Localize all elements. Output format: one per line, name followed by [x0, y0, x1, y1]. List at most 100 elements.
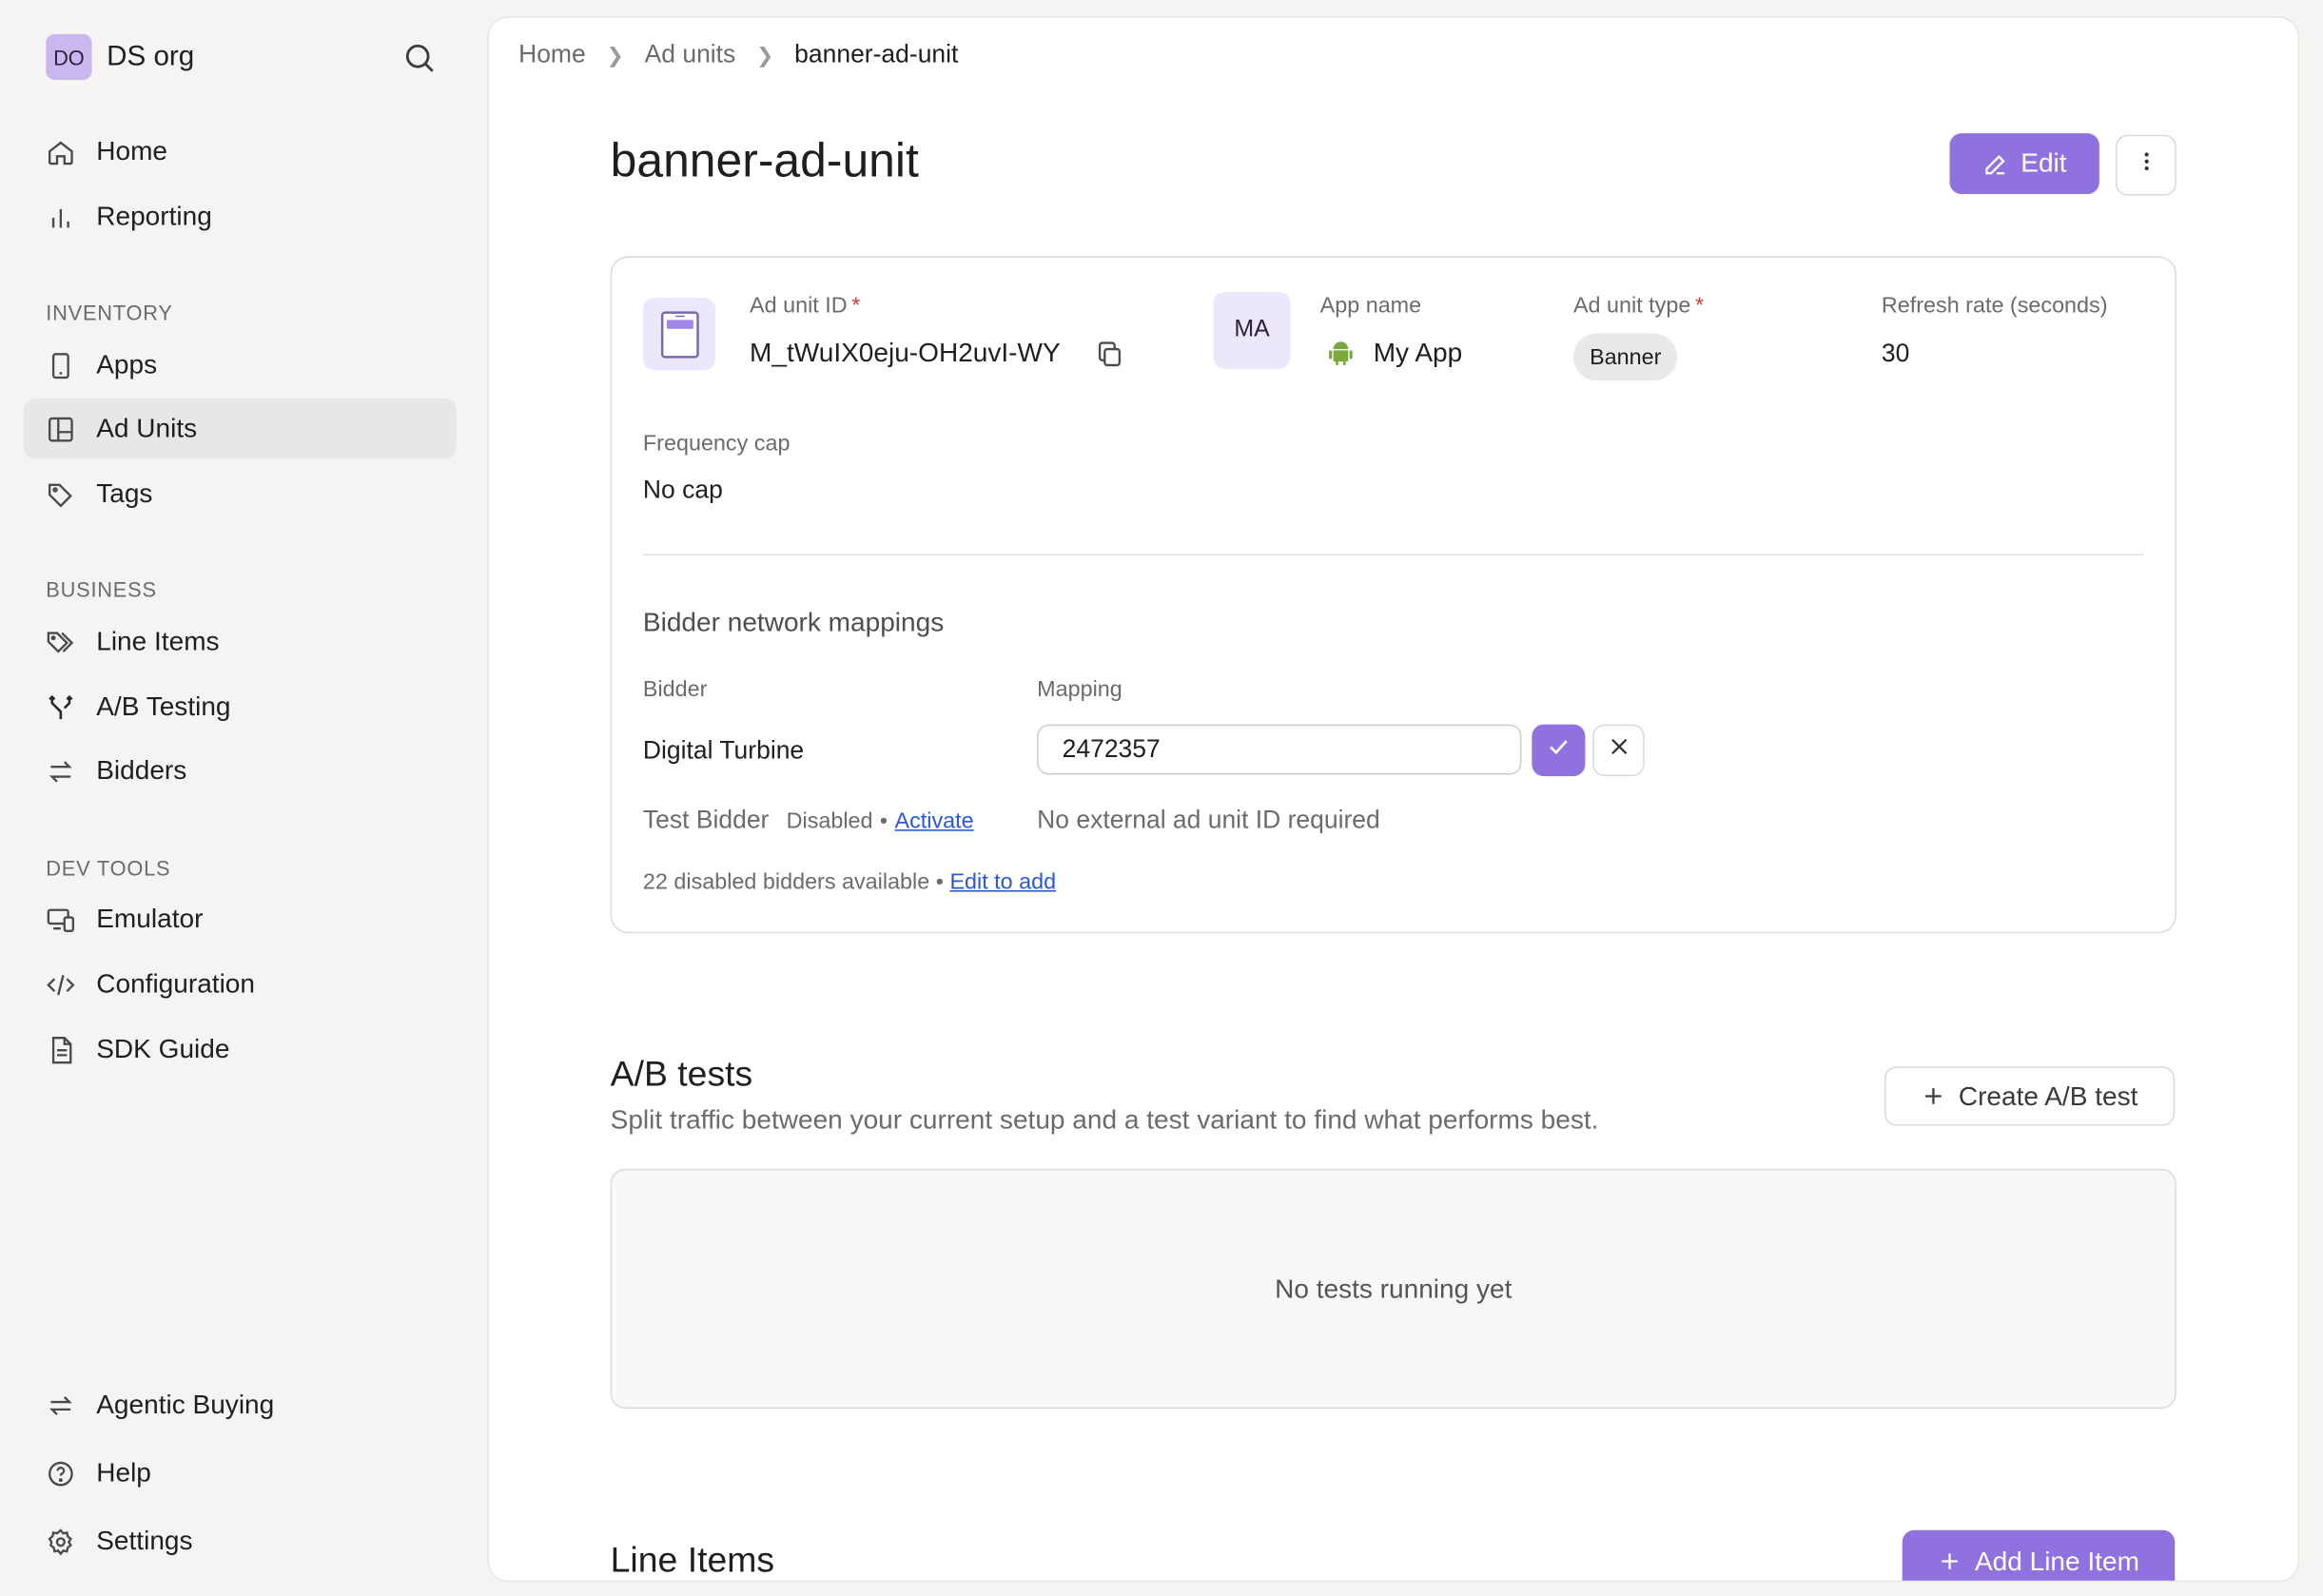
activate-link[interactable]: Activate [894, 808, 973, 833]
phone-icon [45, 349, 77, 381]
ad-unit-type-label-text: Ad unit type [1572, 293, 1691, 319]
breadcrumb-ad-units[interactable]: Ad units [645, 40, 736, 69]
more-options-button[interactable] [2115, 134, 2177, 196]
sidebar-item-ad-units[interactable]: Ad Units [23, 398, 457, 459]
edit-button[interactable]: Edit [1949, 133, 2099, 195]
swap-icon [45, 754, 77, 787]
section-label-dev-tools: DEV TOOLS [46, 856, 171, 881]
test-bidder-row: Test Bidder Disabled • Activate [643, 806, 974, 835]
check-icon [1547, 734, 1571, 766]
frequency-cap-value: No cap [642, 475, 723, 504]
app-name-label: App name [1319, 293, 1422, 319]
sidebar-item-label: Configuration [96, 968, 255, 999]
mapping-input[interactable] [1037, 724, 1522, 775]
sidebar-item-line-items[interactable]: Line Items [24, 612, 457, 672]
separator-dot: • [935, 869, 944, 895]
ab-tests-title: A/B tests [610, 1054, 753, 1095]
create-ab-test-label: Create A/B test [1958, 1080, 2138, 1111]
create-ab-test-button[interactable]: Create A/B test [1884, 1066, 2176, 1126]
sidebar-item-bidders[interactable]: Bidders [24, 741, 457, 802]
close-icon [1607, 734, 1630, 766]
copy-icon[interactable] [1095, 340, 1124, 369]
android-icon [1326, 340, 1356, 369]
chevron-right-icon: ❯ [606, 42, 624, 67]
sidebar-item-label: Line Items [96, 626, 220, 656]
refresh-rate-label: Refresh rate (seconds) [1881, 293, 2108, 319]
section-label-inventory: INVENTORY [46, 301, 173, 325]
search-icon[interactable] [401, 40, 437, 75]
devices-icon [45, 903, 77, 935]
sidebar-item-label: Bidders [96, 755, 187, 786]
sidebar-item-sdk-guide[interactable]: SDK Guide [24, 1019, 457, 1080]
required-mark: * [851, 293, 861, 319]
bidder-column-header: Bidder [642, 676, 708, 703]
ad-unit-type-badge: Banner [1572, 333, 1678, 381]
cancel-mapping-button[interactable] [1592, 724, 1645, 777]
test-bidder-note: No external ad unit ID required [1037, 806, 1380, 834]
sidebar-item-apps[interactable]: Apps [24, 335, 457, 396]
sidebar-item-label: Emulator [96, 904, 204, 934]
org-avatar: DO [46, 33, 92, 81]
sidebar-item-label: Ad Units [96, 413, 198, 443]
sidebar-item-ab-testing[interactable]: A/B Testing [24, 677, 457, 738]
sidebar-item-home[interactable]: Home [24, 122, 457, 183]
help-icon [45, 1457, 77, 1489]
bidder-name: Test Bidder [642, 806, 770, 834]
chevron-right-icon: ❯ [756, 42, 774, 67]
app-avatar: MA [1213, 291, 1291, 369]
bidder-mappings-title: Bidder network mappings [642, 607, 945, 637]
sidebar-item-tags[interactable]: Tags [24, 463, 457, 524]
ad-unit-id-label: Ad unit ID * [750, 293, 860, 318]
breadcrumb-home[interactable]: Home [518, 40, 586, 69]
ad-unit-id-value: M_tWuIX0eju-OH2uvI-WY [750, 338, 1061, 368]
divider [642, 554, 2144, 556]
bidder-status: Disabled [786, 808, 873, 834]
sidebar-item-label: SDK Guide [96, 1034, 230, 1064]
confirm-mapping-button[interactable] [1532, 724, 1586, 777]
separator-dot: • [879, 808, 888, 834]
bidder-name: Digital Turbine [642, 736, 805, 765]
ab-tests-empty-state: No tests running yet [610, 1168, 2177, 1410]
refresh-rate-value: 30 [1881, 339, 1910, 368]
sidebar-item-label: Help [96, 1457, 151, 1488]
sidebar-item-configuration[interactable]: Configuration [24, 954, 457, 1015]
edit-to-add-link[interactable]: Edit to add [949, 869, 1056, 894]
banner-format-icon [642, 298, 716, 371]
disabled-bidders-footer: 22 disabled bidders available • Edit to … [643, 869, 1056, 894]
breadcrumb-current: banner-ad-unit [794, 40, 959, 68]
sidebar-item-label: Reporting [96, 201, 212, 231]
main-panel: Home ❯ Ad units ❯ banner-ad-unit banner-… [487, 16, 2300, 1583]
sidebar-item-label: Tags [96, 478, 153, 509]
section-label-business: BUSINESS [46, 577, 157, 602]
org-switcher[interactable]: DO DS org [46, 33, 194, 81]
document-icon [45, 1033, 77, 1065]
sidebar-item-reporting[interactable]: Reporting [24, 186, 457, 247]
sidebar-item-agentic-buying[interactable]: Agentic Buying [24, 1374, 457, 1435]
ad-unit-details-card: Ad unit ID * M_tWuIX0eju-OH2uvI-WY MA App… [610, 256, 2177, 934]
sidebar-item-help[interactable]: Help [24, 1443, 457, 1504]
mapping-column-header: Mapping [1037, 676, 1122, 703]
add-line-item-button[interactable]: Add Line Item [1902, 1529, 2176, 1581]
home-icon [45, 136, 77, 168]
sidebar-item-label: A/B Testing [96, 691, 231, 722]
ad-unit-id-label-text: Ad unit ID [750, 293, 848, 319]
sidebar-item-settings[interactable]: Settings [24, 1511, 457, 1572]
page-title: banner-ad-unit [610, 133, 919, 187]
sidebar-item-label: Agentic Buying [96, 1389, 275, 1419]
sidebar: DO DS org Home Reporting INVENTORY Apps … [0, 0, 480, 1595]
gear-icon [45, 1525, 77, 1557]
sidebar-item-label: Apps [96, 349, 158, 380]
ab-tests-subtitle: Split traffic between your current setup… [610, 1104, 1599, 1135]
edit-button-label: Edit [2020, 147, 2067, 178]
layout-icon [45, 413, 77, 445]
plus-icon [1938, 1549, 1962, 1573]
app-name-value[interactable]: My App [1374, 338, 1462, 369]
line-items-title: Line Items [610, 1540, 775, 1581]
sidebar-item-emulator[interactable]: Emulator [24, 888, 457, 949]
sidebar-item-label: Settings [96, 1526, 193, 1556]
ad-unit-type-label: Ad unit type * [1573, 293, 1704, 318]
empty-state-text: No tests running yet [1275, 1273, 1513, 1303]
swap-icon [45, 1389, 77, 1421]
required-mark: * [1695, 293, 1705, 319]
code-icon [45, 968, 77, 1001]
